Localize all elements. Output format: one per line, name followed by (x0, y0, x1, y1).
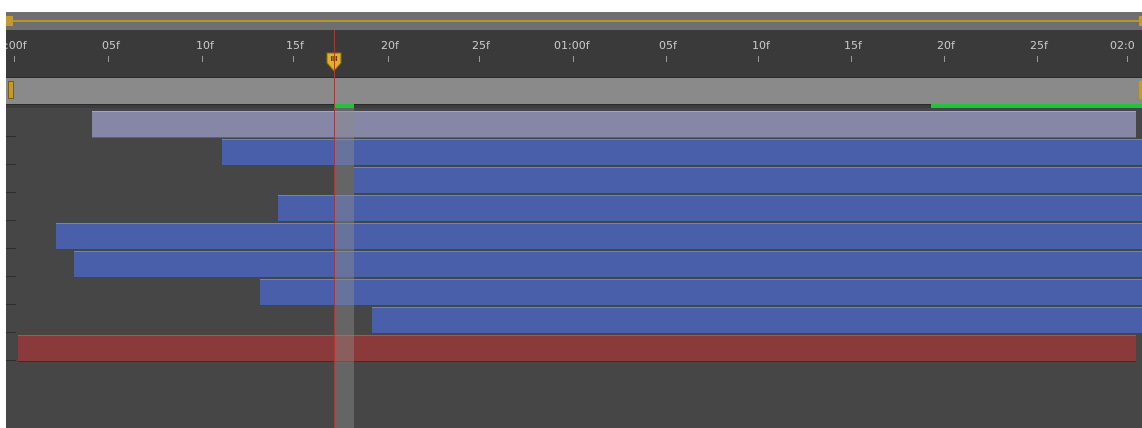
row-divider (6, 192, 16, 193)
layer-bar[interactable] (222, 139, 1142, 166)
tick-label: 20f (381, 39, 399, 52)
layer-bar[interactable] (278, 195, 1142, 222)
layer-bar[interactable] (260, 279, 1142, 306)
tick-mark (573, 56, 574, 62)
tick-mark (666, 56, 667, 62)
current-frame-highlight (334, 108, 354, 428)
tick-mark (479, 56, 480, 62)
row-divider (6, 136, 16, 137)
layer-bar[interactable] (56, 223, 1142, 250)
layer-bar[interactable] (18, 335, 1136, 362)
work-area-bar[interactable] (6, 12, 1142, 30)
row-divider (6, 360, 16, 361)
work-area-range (6, 20, 1142, 22)
tick-label: 10f (752, 39, 770, 52)
tick-label: 05f (659, 39, 677, 52)
tick-label: 10f (196, 39, 214, 52)
row-divider (6, 164, 16, 165)
playhead-line[interactable] (334, 30, 335, 428)
layer-bar[interactable] (92, 111, 1136, 138)
timeline-panel: 0:00f 05f 10f 15f 20f 25f 01:00f 05f 10f… (0, 0, 1142, 428)
time-ruler[interactable]: 0:00f 05f 10f 15f 20f 25f 01:00f 05f 10f… (6, 30, 1142, 77)
tick-mark (1037, 56, 1038, 62)
tick-label: 25f (472, 39, 490, 52)
row-divider (6, 276, 16, 277)
row-divider (6, 332, 16, 333)
tick-mark (388, 56, 389, 62)
tick-label: 25f (1030, 39, 1048, 52)
timeline-frame: 0:00f 05f 10f 15f 20f 25f 01:00f 05f 10f… (6, 12, 1142, 428)
tick-mark (758, 56, 759, 62)
layer-tracks (6, 108, 1142, 428)
tick-mark (1127, 56, 1128, 62)
row-divider (6, 220, 16, 221)
layer-bar[interactable] (372, 307, 1142, 334)
tick-mark (14, 56, 15, 62)
tick-label: 0:00f (6, 39, 27, 52)
layer-bar[interactable] (74, 251, 1142, 278)
tick-label: 15f (844, 39, 862, 52)
row-divider (6, 248, 16, 249)
tick-label: 05f (102, 39, 120, 52)
row-divider (6, 304, 16, 305)
tick-label: 20f (937, 39, 955, 52)
tick-label: 01:00f (554, 39, 590, 52)
navigator-start-handle[interactable] (8, 81, 14, 99)
tick-label: 15f (286, 39, 304, 52)
tick-mark (202, 56, 203, 62)
time-navigator[interactable] (6, 77, 1142, 105)
tick-mark (851, 56, 852, 62)
tick-mark (293, 56, 294, 62)
work-area-start-handle[interactable] (6, 16, 13, 26)
tick-mark (108, 56, 109, 62)
tick-label: 02:0 (1110, 39, 1135, 52)
tick-mark (944, 56, 945, 62)
layer-bar[interactable] (354, 167, 1142, 194)
